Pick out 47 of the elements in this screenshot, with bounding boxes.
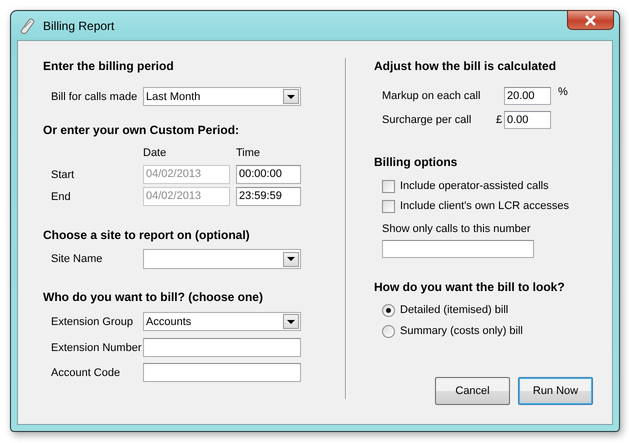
caret-icon (287, 320, 295, 324)
checkbox[interactable] (382, 200, 395, 212)
dialog-button[interactable]: Run Now (518, 377, 593, 405)
column-header: Time (236, 146, 260, 160)
field-label: End (50, 190, 72, 204)
field-label: Show only calls to this number (381, 222, 532, 236)
caret-icon (287, 257, 295, 261)
field-label: Extension Group (50, 314, 134, 328)
number-field[interactable]: 0.00 (504, 111, 551, 129)
radio-button[interactable] (382, 304, 395, 316)
dropdown[interactable]: Accounts (143, 312, 301, 331)
radio-label: Detailed (itemised) bill (400, 303, 508, 317)
section-heading: Adjust how the bill is calculated (374, 58, 558, 74)
checkbox-label: Include client's own LCR accesses (400, 199, 570, 213)
field-label: Extension Number (50, 340, 142, 354)
text-field[interactable] (143, 363, 301, 382)
close-button[interactable] (567, 10, 614, 30)
section-heading: Or enter your own Custom Period: (43, 122, 240, 138)
dialog-button[interactable]: Cancel (435, 377, 510, 405)
time-field[interactable]: 00:00:00 (236, 165, 301, 184)
radio-label: Summary (costs only) bill (400, 324, 523, 338)
field-label: Markup on each call (381, 89, 482, 103)
checkbox-label: Include operator-assisted calls (400, 179, 549, 193)
dropdown[interactable] (143, 249, 301, 269)
section-heading: Billing options (374, 154, 458, 170)
section-heading: Choose a site to report on (optional) (43, 227, 251, 243)
close-icon (584, 14, 597, 26)
section-heading: Enter the billing period (43, 58, 175, 74)
unit-label: % (558, 85, 568, 99)
radio-button[interactable] (382, 324, 395, 338)
window-title: Billing Report (43, 18, 114, 32)
field-label: Surcharge per call (381, 113, 472, 127)
text-field[interactable] (143, 338, 301, 357)
field-label: Site Name (50, 252, 104, 266)
field-label: Start (50, 168, 76, 182)
field-label: Account Code (50, 366, 122, 380)
time-field[interactable]: 23:59:59 (236, 187, 301, 206)
column-header: Date (143, 146, 168, 160)
checkbox[interactable] (382, 180, 395, 192)
number-filter-field[interactable] (382, 240, 534, 258)
number-field[interactable]: 20.00 (504, 87, 551, 105)
dropdown[interactable]: Last Month (143, 87, 301, 106)
section-heading: How do you want the bill to look? (374, 279, 566, 295)
currency-symbol: £ (496, 113, 504, 127)
field-label: Bill for calls made (50, 90, 138, 104)
caret-icon (287, 94, 295, 98)
section-heading: Who do you want to bill? (choose one) (43, 289, 264, 305)
